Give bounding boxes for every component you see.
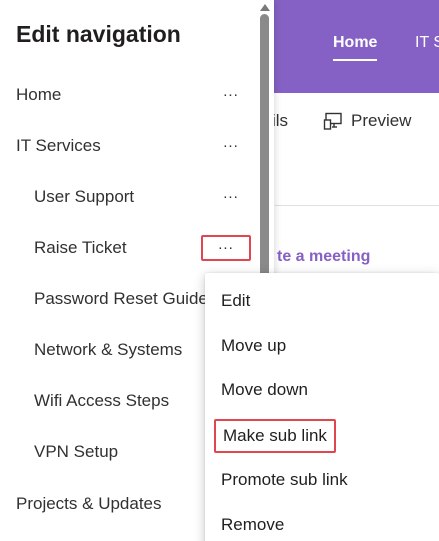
tab-it-services[interactable]: IT S [415,34,439,52]
menu-item-remove[interactable]: Remove [205,505,439,541]
panel-title: Edit navigation [16,21,181,47]
preview-icon [323,111,343,131]
more-options-button[interactable]: ... [212,186,250,208]
more-options-button[interactable]: ... [212,84,250,106]
menu-item-move-up[interactable]: Move up [205,326,439,366]
meeting-link-fragment[interactable]: te a meeting [277,248,370,266]
menu-item-move-down[interactable]: Move down [205,370,439,410]
menu-item-label: Remove [221,515,285,534]
app-root: Home IT S ils Preview te a meeting w Edi… [0,0,439,541]
more-options-icon: ... [223,133,239,151]
preview-button[interactable]: Preview [323,111,411,131]
menu-item-label: Move down [221,380,308,399]
nav-item-label: Home [16,85,62,104]
nav-item-label: Network & Systems [34,340,183,359]
nav-item-label: Projects & Updates [16,494,162,513]
context-menu: Edit Move up Move down Make sub link Pro… [205,273,439,541]
details-command-fragment[interactable]: ils [272,111,288,131]
nav-item-label: Password Reset Guide [34,289,208,308]
more-options-button[interactable]: ... [212,135,250,157]
nav-item-label: Wifi Access Steps [34,391,170,410]
menu-item-label: Move up [221,336,287,355]
tab-home[interactable]: Home [333,34,378,61]
preview-label: Preview [351,111,412,130]
menu-item-promote-sub-link[interactable]: Promote sub link [205,460,439,500]
menu-item-edit[interactable]: Edit [205,281,439,321]
more-options-icon: ... [223,184,239,202]
menu-item-label: Promote sub link [221,470,348,489]
content-divider [275,205,439,206]
menu-item-make-sub-link[interactable]: Make sub link [205,416,439,456]
nav-item-label: User Support [34,187,135,206]
nav-item-user-support[interactable]: User Support ... [0,177,258,217]
more-options-icon: ... [218,235,234,253]
menu-item-label: Make sub link [214,419,336,453]
nav-item-label: Raise Ticket [34,238,127,257]
nav-item-label: IT Services [16,136,101,155]
nav-item-home[interactable]: Home ... [0,75,258,115]
scroll-up-arrow-icon[interactable] [260,4,270,11]
nav-item-label: VPN Setup [34,442,119,461]
more-options-icon: ... [223,82,239,100]
menu-item-label: Edit [221,291,251,310]
nav-item-raise-ticket[interactable]: Raise Ticket ... [0,228,258,268]
more-options-button-highlighted[interactable]: ... [201,235,251,261]
nav-item-it-services[interactable]: IT Services ... [0,126,258,166]
